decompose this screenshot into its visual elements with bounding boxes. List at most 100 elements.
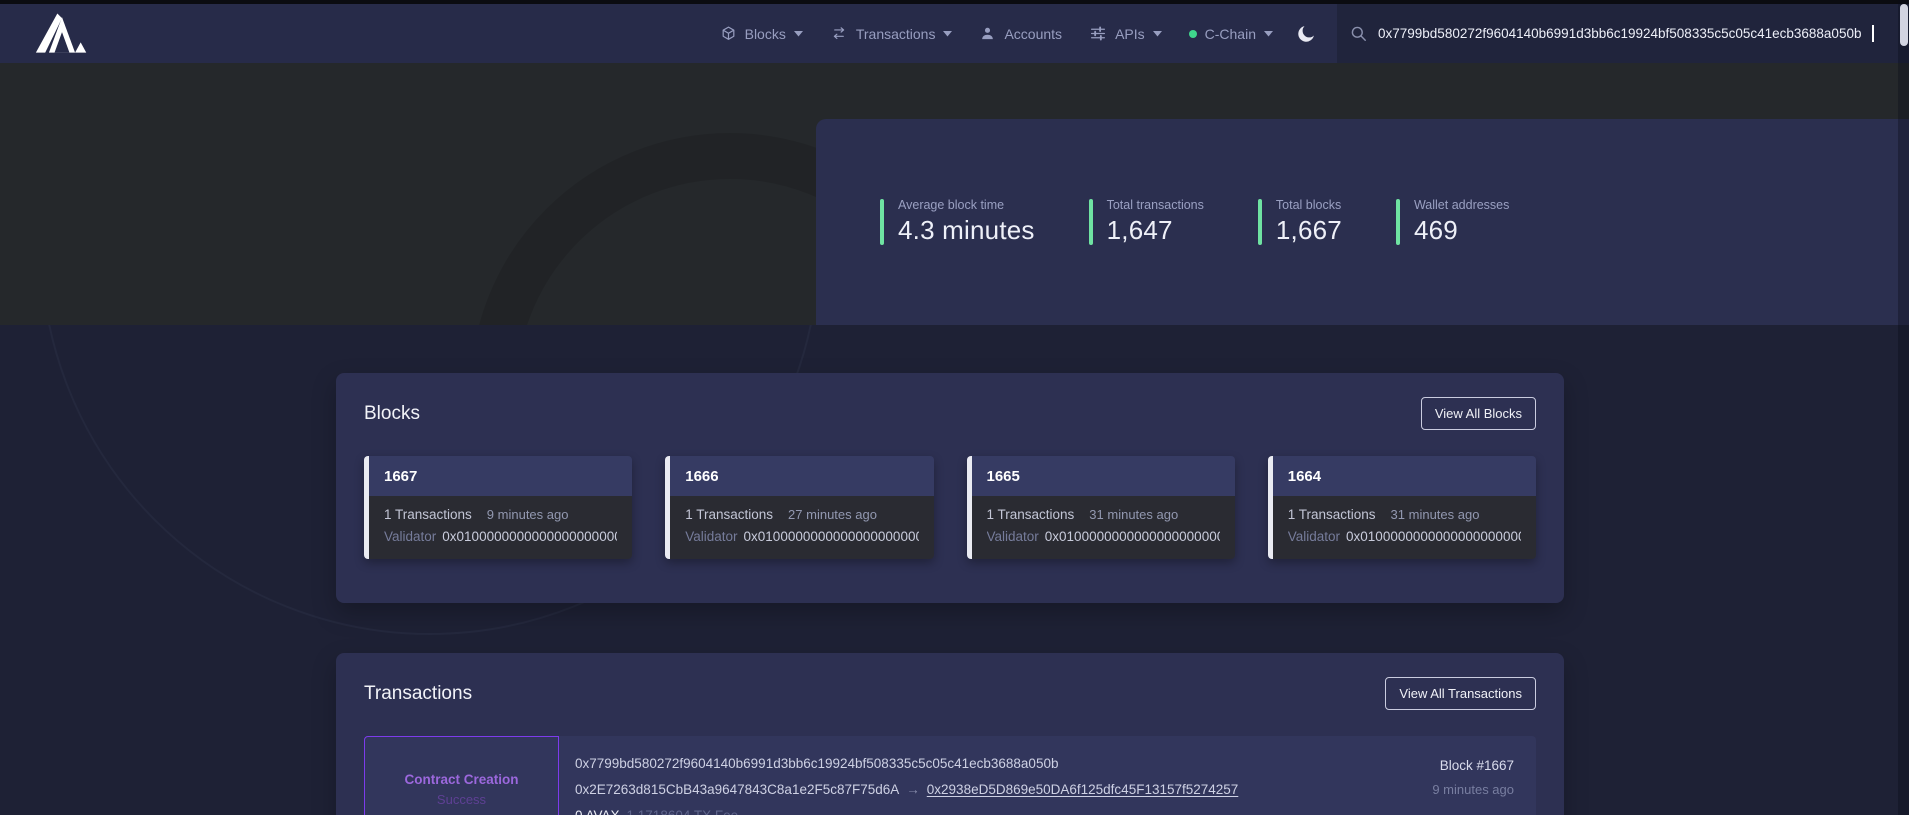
chevron-down-icon <box>1264 31 1273 37</box>
block-tx-count: 1 Transactions <box>1288 507 1376 522</box>
stat-label: Average block time <box>898 198 1035 212</box>
stat-accent-bar <box>880 199 884 245</box>
nav-menu: Blocks Transactions Accounts APIs C-Cha <box>720 25 1273 42</box>
block-card-1665[interactable]: 1665 1 Transactions 31 minutes ago Valid… <box>967 456 1235 559</box>
transaction-hash[interactable]: 0x7799bd580272f9604140b6991d3bb6c19924bf… <box>575 756 1058 771</box>
validator-label: Validator <box>384 529 436 544</box>
transaction-row[interactable]: Contract Creation Success 0x7799bd580272… <box>364 736 1536 815</box>
block-number[interactable]: 1665 <box>972 456 1235 496</box>
block-age: 27 minutes ago <box>788 507 877 522</box>
nav-label-transactions: Transactions <box>856 26 936 42</box>
page-scrollbar[interactable] <box>1898 0 1909 815</box>
nav-label-cchain: C-Chain <box>1205 26 1256 42</box>
stat-accent-bar <box>1258 199 1262 245</box>
block-card-body: 1 Transactions 31 minutes ago Validator 0… <box>972 496 1235 559</box>
transaction-status-cell: Contract Creation Success <box>364 736 559 815</box>
validator-label: Validator <box>1288 529 1340 544</box>
stat-value: 1,667 <box>1276 215 1342 246</box>
validator-label: Validator <box>987 529 1039 544</box>
nav-label-blocks: Blocks <box>745 26 786 42</box>
transaction-from-address[interactable]: 0x2E7263d815CbB43a9647843C8a1e2F5c87F75d… <box>575 782 899 797</box>
validator-address[interactable]: 0x0100000000000000000000... <box>1346 529 1521 544</box>
stat-wallet-addresses: Wallet addresses 469 <box>1396 198 1509 246</box>
transaction-meta: Block #1667 9 minutes ago <box>1432 736 1536 815</box>
view-all-blocks-button[interactable]: View All Blocks <box>1421 397 1536 430</box>
nav-label-accounts: Accounts <box>1004 26 1062 42</box>
transaction-block-link[interactable]: Block #1667 <box>1432 758 1514 773</box>
stat-value: 469 <box>1414 215 1509 246</box>
scrollbar-thumb[interactable] <box>1900 4 1908 46</box>
block-card-body: 1 Transactions 31 minutes ago Validator 0… <box>1273 496 1536 559</box>
main-content: Blocks View All Blocks 1667 1 Transactio… <box>0 325 1909 815</box>
avalanche-logo[interactable] <box>34 13 90 55</box>
avalanche-logo-icon <box>34 13 90 55</box>
stat-total-transactions: Total transactions 1,647 <box>1089 198 1204 246</box>
dark-mode-toggle[interactable] <box>1295 23 1317 45</box>
navbar: Blocks Transactions Accounts APIs C-Cha <box>0 4 1909 63</box>
block-card-1664[interactable]: 1664 1 Transactions 31 minutes ago Valid… <box>1268 456 1536 559</box>
block-age: 31 minutes ago <box>1391 507 1480 522</box>
transaction-value: 0 AVAX <box>575 808 620 815</box>
view-all-transactions-button[interactable]: View All Transactions <box>1385 677 1536 710</box>
transaction-age: 9 minutes ago <box>1432 782 1514 797</box>
stat-value: 1,647 <box>1107 215 1204 246</box>
block-number[interactable]: 1667 <box>369 456 632 496</box>
transfer-icon <box>830 25 848 42</box>
block-card-1666[interactable]: 1666 1 Transactions 27 minutes ago Valid… <box>665 456 933 559</box>
search-icon <box>1349 24 1368 43</box>
transaction-to-address[interactable]: 0x2938eD5D869e50DA6f125dfc45F13157f52742… <box>927 782 1239 797</box>
moon-icon <box>1295 23 1317 45</box>
validator-address[interactable]: 0x0100000000000000000000... <box>1045 529 1220 544</box>
transactions-section-header: Transactions View All Transactions <box>364 677 1536 710</box>
nav-item-blocks[interactable]: Blocks <box>720 25 803 42</box>
block-card-grid: 1667 1 Transactions 9 minutes ago Valida… <box>364 456 1536 559</box>
blocks-section-header: Blocks View All Blocks <box>364 397 1536 430</box>
block-number[interactable]: 1666 <box>670 456 933 496</box>
stats-panel: Average block time 4.3 minutes Total tra… <box>816 119 1909 325</box>
stat-value: 4.3 minutes <box>898 215 1035 246</box>
search-value: 0x7799bd580272f9604140b6991d3bb6c19924bf… <box>1378 26 1861 41</box>
block-card-body: 1 Transactions 9 minutes ago Validator 0x… <box>369 496 632 559</box>
person-icon <box>979 25 996 42</box>
search-input[interactable]: 0x7799bd580272f9604140b6991d3bb6c19924bf… <box>1337 4 1909 63</box>
blocks-section: Blocks View All Blocks 1667 1 Transactio… <box>336 373 1564 603</box>
stat-total-blocks: Total blocks 1,667 <box>1258 198 1342 246</box>
stat-label: Total blocks <box>1276 198 1342 212</box>
nav-item-chain-selector[interactable]: C-Chain <box>1189 26 1273 42</box>
arrow-right-icon: → <box>906 782 920 797</box>
stat-label: Wallet addresses <box>1414 198 1509 212</box>
nav-item-accounts[interactable]: Accounts <box>979 25 1062 42</box>
stat-label: Total transactions <box>1107 198 1204 212</box>
block-age: 9 minutes ago <box>487 507 569 522</box>
chevron-down-icon <box>1153 31 1162 37</box>
chevron-down-icon <box>794 31 803 37</box>
transactions-section-title: Transactions <box>364 683 472 705</box>
sliders-icon <box>1089 25 1107 42</box>
stat-accent-bar <box>1396 199 1400 245</box>
hero-section: Average block time 4.3 minutes Total tra… <box>0 63 1909 325</box>
validator-address[interactable]: 0x0100000000000000000000... <box>744 529 919 544</box>
block-tx-count: 1 Transactions <box>685 507 773 522</box>
block-card-1667[interactable]: 1667 1 Transactions 9 minutes ago Valida… <box>364 456 632 559</box>
transaction-details: 0x7799bd580272f9604140b6991d3bb6c19924bf… <box>559 736 1432 815</box>
text-caret <box>1872 25 1874 42</box>
stat-accent-bar <box>1089 199 1093 245</box>
nav-label-apis: APIs <box>1115 26 1145 42</box>
block-tx-count: 1 Transactions <box>987 507 1075 522</box>
chevron-down-icon <box>943 31 952 37</box>
validator-label: Validator <box>685 529 737 544</box>
transaction-status: Success <box>437 792 486 807</box>
transaction-type: Contract Creation <box>404 772 518 787</box>
block-age: 31 minutes ago <box>1089 507 1178 522</box>
nav-item-apis[interactable]: APIs <box>1089 25 1162 42</box>
cube-icon <box>720 25 737 42</box>
blocks-section-title: Blocks <box>364 403 420 425</box>
transaction-fee: 1.1718604 TX Fee <box>627 808 739 815</box>
stat-average-block-time: Average block time 4.3 minutes <box>880 198 1035 246</box>
validator-address[interactable]: 0x0100000000000000000000... <box>442 529 617 544</box>
block-number[interactable]: 1664 <box>1273 456 1536 496</box>
block-tx-count: 1 Transactions <box>384 507 472 522</box>
chain-status-dot <box>1189 30 1197 38</box>
nav-item-transactions[interactable]: Transactions <box>830 25 953 42</box>
block-card-body: 1 Transactions 27 minutes ago Validator 0… <box>670 496 933 559</box>
